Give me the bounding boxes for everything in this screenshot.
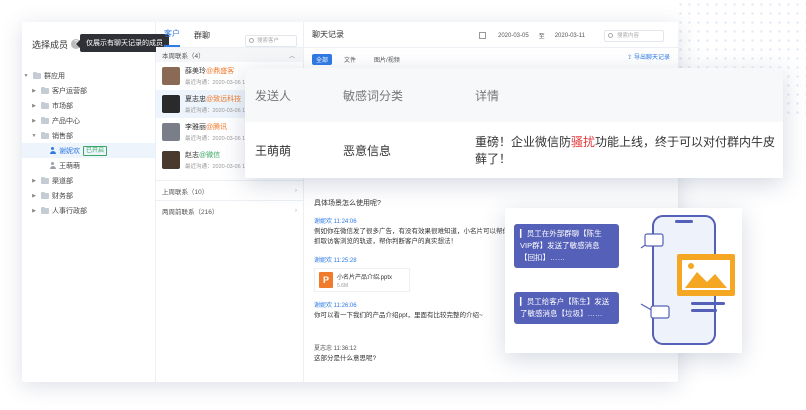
chevron-right-icon[interactable]: ›	[295, 187, 297, 194]
message-text: 具体场景怎么使用呢?	[314, 200, 381, 207]
user-icon	[49, 147, 56, 154]
cell-category: 恶意信息	[343, 143, 392, 158]
folder-icon	[41, 116, 49, 124]
tree-node-label: 王萌萌	[59, 162, 80, 170]
member-tree-panel: 选择成员 ? 仅展示有聊天记录的成员 ▼ 群应用 ▶ 客户运营部 ▶ 市场部 ▶	[22, 22, 169, 382]
avatar	[162, 95, 180, 113]
tree-node-dept[interactable]: ▶ 产品中心	[22, 113, 155, 128]
file-attachment[interactable]: P 小名片产品介绍.pptx 5.6M	[314, 268, 410, 292]
tree-node-label: 销售部	[52, 132, 73, 140]
group-last-week[interactable]: 上周联系（10） ›	[156, 180, 303, 200]
group-label: 本周联系（4）	[162, 53, 205, 60]
file-size: 5.6M	[337, 282, 349, 289]
caret-down-icon[interactable]: ▼	[22, 73, 30, 79]
alert-bubble: 员工给客户【陈生】发送了敏感消息【垃圾】……	[514, 292, 619, 324]
date-separator: 至	[538, 34, 545, 40]
date-from: 2020-03-05	[498, 32, 529, 39]
column-detail: 详情	[475, 88, 500, 103]
caret-right-icon[interactable]: ▶	[30, 178, 38, 184]
group-label: 上周联系（10）	[162, 188, 209, 196]
message-filters: 全部 文件 图片/视频	[304, 52, 678, 66]
status-badge: 已开启	[83, 145, 108, 156]
folder-icon	[41, 131, 49, 139]
search-icon	[608, 33, 613, 38]
filter-media[interactable]: 图片/视频	[374, 55, 400, 64]
folder-icon	[41, 191, 49, 199]
chat-search-input[interactable]: 搜索内容	[604, 30, 664, 42]
folder-icon	[41, 176, 49, 184]
calendar-icon	[479, 32, 486, 39]
tree-node-dept[interactable]: ▶ 财务部	[22, 188, 155, 203]
table-row[interactable]: 王萌萌 恶意信息 重磅！企业微信防骚扰功能上线，终于可以对付群内牛皮藓了！	[245, 122, 783, 178]
folder-icon	[41, 206, 49, 214]
sensitive-word-highlight: 骚扰	[571, 135, 596, 149]
caret-right-icon[interactable]: ▶	[30, 193, 38, 199]
tree-node-label: 人事行政部	[52, 207, 87, 215]
tree-node-dept[interactable]: ▼ 销售部	[22, 128, 155, 143]
tree-node-label: 市场部	[52, 102, 73, 110]
column-category: 敏感词分类	[343, 88, 404, 103]
cell-sender: 王萌萌	[255, 143, 292, 158]
tree-node-label: 渠道部	[52, 177, 73, 185]
filter-file[interactable]: 文件	[344, 55, 356, 64]
tree-node-root[interactable]: ▼ 群应用	[22, 68, 155, 83]
table-header: 发送人 敏感词分类 详情	[245, 68, 783, 122]
customer-search-input[interactable]: 搜索客户	[245, 35, 297, 47]
user-icon	[49, 162, 56, 169]
tab-group-chat[interactable]: 群聊	[194, 30, 210, 47]
chat-title: 聊天记录	[312, 30, 344, 39]
filter-all[interactable]: 全部	[312, 53, 333, 65]
caret-right-icon[interactable]: ▶	[30, 88, 38, 94]
tree-node-label: 产品中心	[52, 117, 80, 125]
group-this-week[interactable]: 本周联系（4） ︿	[156, 48, 303, 62]
chevron-up-icon[interactable]: ︿	[289, 51, 295, 60]
tree-node-label: 客户运营部	[52, 87, 87, 95]
column-sender: 发送人	[255, 88, 292, 103]
folder-icon	[41, 86, 49, 94]
tree-node-label: 谢妮欢	[59, 147, 80, 155]
tree-node-dept[interactable]: ▶ 渠道部	[22, 173, 155, 188]
sensitive-word-table: 发送人 敏感词分类 详情 王萌萌 恶意信息 重磅！企业微信防骚扰功能上线，终于可…	[245, 68, 783, 178]
search-placeholder: 搜索客户	[257, 38, 280, 44]
folder-icon	[41, 101, 49, 109]
folder-icon	[33, 71, 41, 79]
tree-node-label: 群应用	[44, 72, 65, 80]
tree-node-label: 财务部	[52, 192, 73, 200]
group-label: 两周前联系（216）	[162, 208, 219, 216]
alert-illustration: 员工在外部群聊【陈生VIP群】发送了敏感消息【回扣】…… 员工给客户【陈生】发送…	[505, 208, 742, 353]
group-two-weeks[interactable]: 两周前联系（216） ›	[156, 200, 303, 220]
tree-node-dept[interactable]: ▶ 人事行政部	[22, 203, 155, 218]
caret-right-icon[interactable]: ▶	[30, 118, 38, 124]
date-to: 2020-03-11	[554, 32, 585, 39]
caret-right-icon[interactable]: ▶	[30, 208, 38, 214]
avatar	[162, 123, 180, 141]
export-button[interactable]: ⇪ 导出聊天记录	[627, 52, 670, 61]
avatar	[162, 67, 180, 85]
ppt-file-icon: P	[319, 272, 333, 288]
member-tree-title: 选择成员	[32, 39, 69, 50]
message-text: 这部分是什么意思呢?	[314, 355, 377, 362]
search-placeholder: 搜索内容	[617, 33, 640, 39]
tree-node-member-selected[interactable]: 谢妮欢 已开启	[22, 143, 155, 158]
cell-detail: 重磅！企业微信防骚扰功能上线，终于可以对付群内牛皮藓了！	[475, 135, 776, 166]
search-icon	[249, 38, 254, 43]
date-range-picker[interactable]: 2020-03-05 至 2020-03-11	[479, 31, 585, 40]
tab-customer[interactable]: 客户	[164, 28, 180, 47]
alert-bubble: 员工在外部群聊【陈生VIP群】发送了敏感消息【回扣】……	[514, 224, 619, 268]
export-icon: ⇪	[627, 55, 633, 61]
file-name: 小名片产品介绍.pptx	[337, 274, 393, 281]
caret-down-icon[interactable]: ▼	[30, 133, 38, 139]
avatar	[162, 151, 180, 169]
tree-node-member[interactable]: 王萌萌	[22, 158, 155, 173]
tree-node-dept[interactable]: ▶ 客户运营部	[22, 83, 155, 98]
member-tree: ▼ 群应用 ▶ 客户运营部 ▶ 市场部 ▶ 产品中心 ▼ 销售部 谢妮欢 已开启…	[22, 68, 155, 218]
export-label: 导出聊天记录	[633, 55, 670, 61]
tree-node-dept[interactable]: ▶ 市场部	[22, 98, 155, 113]
chevron-right-icon[interactable]: ›	[295, 207, 297, 214]
caret-right-icon[interactable]: ▶	[30, 103, 38, 109]
